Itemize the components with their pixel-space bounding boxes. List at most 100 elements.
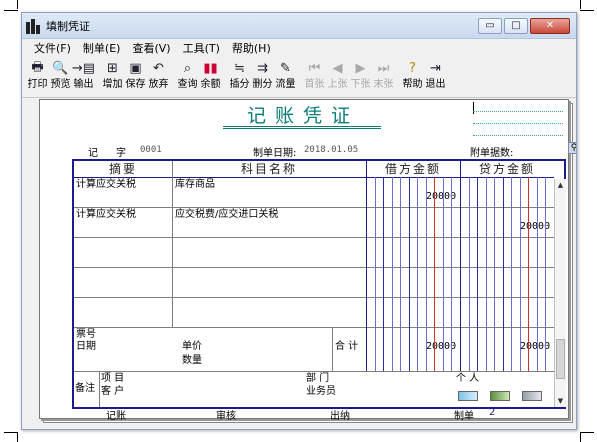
query-button[interactable]: ⌕ 查询	[176, 59, 199, 96]
row1-summary[interactable]: 计算应交关税	[76, 179, 136, 191]
menu-bar: 文件(F) 制单(E) 查看(V) 工具(T) 帮助(H)	[22, 39, 576, 58]
voucher-number[interactable]: 0001	[140, 145, 162, 155]
text-cursor	[473, 102, 474, 114]
delete-row-icon: ⇉	[257, 61, 268, 76]
binoculars-icon: ⌕	[183, 61, 192, 76]
reviewer-label: 审核	[216, 411, 236, 422]
document-area: 记账凭证 记 字 0001 制单日期: 2018.01.05 附单据数: ⚲ 摘…	[22, 99, 576, 429]
maximize-button[interactable]: □	[504, 17, 528, 34]
next-button[interactable]: ▶ 下张	[349, 59, 372, 96]
remarks-label: 备注	[75, 383, 95, 394]
digit-divider	[442, 177, 444, 371]
printer-icon: 🖶	[31, 59, 44, 75]
help-button[interactable]: ? 帮助	[401, 59, 424, 96]
quantity-label: 数量	[182, 355, 202, 366]
minimize-button[interactable]: ▭	[478, 17, 502, 34]
toolbar: 🖶 打印 🔍 预览 →▤ 输出 ⊞ 增加 ▣ 保存 ↶ 放弃 ⌕ 查询 ▮▮ 余额 ≒ 插分 ⇉ 删…	[22, 58, 576, 98]
project-label: 项 目	[101, 373, 125, 384]
search-icon[interactable]: ⚲	[568, 142, 576, 154]
first-button[interactable]: ⏮ 首张	[303, 59, 326, 96]
export-icon: →▤	[71, 61, 96, 76]
row2-summary[interactable]: 计算应交关税	[76, 209, 136, 221]
menu-help[interactable]: 帮助(H)	[226, 39, 277, 58]
balance-button[interactable]: ▮▮ 余额	[199, 59, 222, 96]
last-button[interactable]: ⏭ 末张	[372, 59, 395, 96]
table-scrollbar[interactable]: ▲ ▼	[554, 179, 566, 407]
digit-divider	[536, 177, 538, 371]
digit-divider	[519, 177, 521, 371]
delete-row-button[interactable]: ⇉ 删分	[251, 59, 274, 96]
print-button[interactable]: 🖶 打印	[26, 59, 49, 96]
digit-divider	[417, 177, 418, 371]
voucher-table: 摘要 科目名称 借方金额 贷方金额 计算应交关税 库存商品 20000 计算应交…	[72, 159, 566, 409]
digit-divider	[477, 177, 478, 371]
close-button[interactable]: ✕	[530, 17, 570, 34]
bookkeeper-label: 记账	[106, 411, 126, 422]
scroll-up-icon[interactable]: ▲	[555, 179, 566, 191]
menu-file[interactable]: 文件(F)	[28, 39, 77, 58]
exit-button[interactable]: ⇥ 退出	[424, 59, 447, 96]
digit-divider	[528, 177, 529, 371]
row2-account[interactable]: 应交税费/应交进口关税	[175, 209, 278, 221]
digit-divider	[374, 177, 376, 371]
voucher-number-label: 字	[116, 148, 126, 159]
unit-price-label: 单价	[182, 341, 202, 352]
voucher-title: 记账凭证	[246, 105, 359, 127]
prev-icon: ◀	[332, 61, 343, 76]
customer-label: 客 户	[101, 386, 125, 397]
header-debit: 借方金额	[384, 162, 441, 176]
digit-divider	[511, 177, 512, 371]
department-label: 部 门	[306, 373, 330, 384]
window-title: 填制凭证	[46, 19, 90, 33]
header-summary: 摘要	[108, 162, 137, 176]
digit-divider	[391, 177, 393, 371]
total-label: 合 计	[335, 341, 359, 352]
exit-icon: ⇥	[430, 61, 441, 76]
add-icon: ⊞	[107, 61, 118, 76]
cashier-label: 出纳	[330, 411, 350, 422]
header-account: 科目名称	[240, 162, 297, 176]
attachments-label: 附单据数:	[470, 148, 514, 159]
header-credit: 贷方金额	[478, 162, 535, 176]
cash-flow-button[interactable]: ✎ 流量	[274, 59, 297, 96]
app-icon	[26, 18, 42, 34]
insert-row-icon: ≒	[234, 61, 245, 76]
card-icon-3[interactable]	[522, 391, 542, 401]
voucher-window: 填制凭证 ▭ □ ✕ 文件(F) 制单(E) 查看(V) 工具(T) 帮助(H)…	[21, 12, 577, 430]
save-button[interactable]: ▣ 保存	[124, 59, 147, 96]
add-button[interactable]: ⊞ 增加	[101, 59, 124, 96]
bar-chart-icon: ▮▮	[203, 61, 218, 76]
digit-divider	[485, 177, 487, 371]
voucher-type-label: 记	[88, 148, 98, 159]
menu-voucher[interactable]: 制单(E)	[77, 39, 127, 58]
voucher-date[interactable]: 2018.01.05	[304, 145, 358, 155]
date-label: 制单日期:	[253, 148, 297, 159]
title-bar: 填制凭证 ▭ □ ✕	[22, 13, 576, 39]
digit-divider	[425, 177, 427, 371]
preview-button[interactable]: 🔍 预览	[49, 59, 72, 96]
menu-view[interactable]: 查看(V)	[126, 39, 176, 58]
digit-divider	[468, 177, 470, 371]
floppy-icon: ▣	[129, 61, 142, 76]
digit-divider	[400, 177, 401, 371]
digit-divider	[408, 177, 410, 371]
card-icon-2[interactable]	[490, 391, 510, 401]
last-icon: ⏭	[377, 61, 390, 76]
row1-account[interactable]: 库存商品	[175, 179, 215, 191]
person-label: 个 人	[456, 373, 480, 384]
discard-button[interactable]: ↶ 放弃	[147, 59, 170, 96]
scroll-down-icon[interactable]: ▼	[555, 395, 566, 407]
voucher-paper: 记账凭证 记 字 0001 制单日期: 2018.01.05 附单据数: ⚲ 摘…	[39, 99, 576, 422]
scroll-thumb[interactable]	[556, 339, 565, 379]
card-icon-1[interactable]	[458, 391, 478, 401]
salesperson-label: 业务员	[306, 386, 336, 397]
maker-value: 2	[489, 407, 496, 418]
insert-row-button[interactable]: ≒ 插分	[228, 59, 251, 96]
prev-button[interactable]: ◀ 上张	[326, 59, 349, 96]
maker-label: 制单	[454, 411, 474, 422]
digit-divider	[545, 177, 546, 371]
undo-icon: ↶	[153, 61, 164, 76]
export-button[interactable]: →▤ 输出	[72, 59, 95, 96]
menu-tools[interactable]: 工具(T)	[177, 39, 226, 58]
ticket-no-label: 票号	[76, 329, 96, 340]
